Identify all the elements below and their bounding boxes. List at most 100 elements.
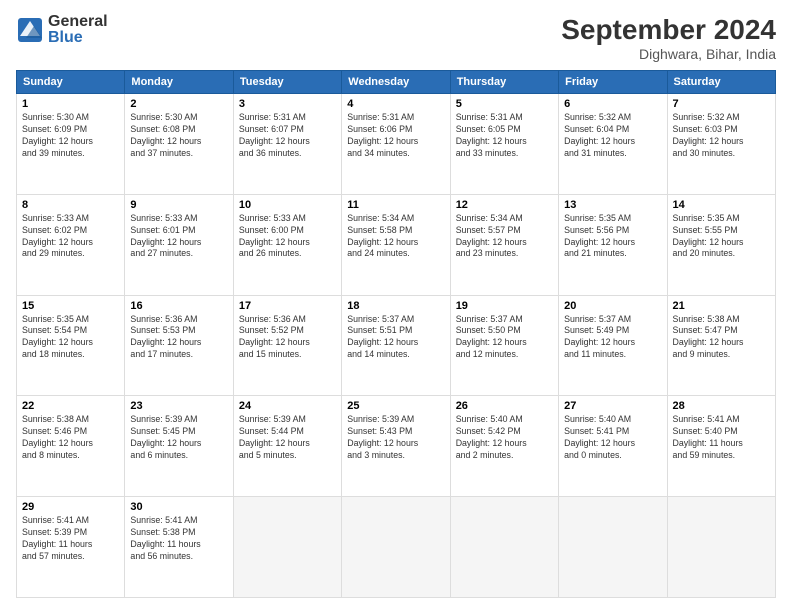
logo: General Blue: [16, 14, 108, 46]
day-cell: 1Sunrise: 5:30 AM Sunset: 6:09 PM Daylig…: [17, 94, 125, 195]
col-sunday: Sunday: [17, 71, 125, 94]
day-info: Sunrise: 5:36 AM Sunset: 5:52 PM Dayligh…: [239, 314, 336, 362]
day-number: 6: [564, 98, 661, 110]
day-number: 10: [239, 199, 336, 211]
day-cell: 8Sunrise: 5:33 AM Sunset: 6:02 PM Daylig…: [17, 194, 125, 295]
day-number: 3: [239, 98, 336, 110]
day-cell: [559, 497, 667, 598]
location: Dighwara, Bihar, India: [561, 46, 776, 62]
day-info: Sunrise: 5:39 AM Sunset: 5:43 PM Dayligh…: [347, 414, 444, 462]
day-cell: 22 Sunrise: 5:38 AM Sunset: 5:46 PM Dayli…: [17, 396, 125, 497]
day-info: Sunrise: 5:30 AM Sunset: 6:08 PM Dayligh…: [130, 112, 227, 160]
day-cell: 25 Sunrise: 5:39 AM Sunset: 5:43 PM Dayli…: [342, 396, 450, 497]
day-number: 11: [347, 199, 444, 211]
day-cell: 15 Sunrise: 5:35 AM Sunset: 5:54 PM Dayli…: [17, 295, 125, 396]
day-number: 7: [673, 98, 770, 110]
day-number: 19: [456, 300, 553, 312]
day-number: 27: [564, 400, 661, 412]
day-number: 21: [673, 300, 770, 312]
day-number: 20: [564, 300, 661, 312]
day-number: 29: [22, 501, 119, 513]
day-cell: [342, 497, 450, 598]
week-row-4: 29 Sunrise: 5:41 AM Sunset: 5:39 PM Dayli…: [17, 497, 776, 598]
day-cell: 5Sunrise: 5:31 AM Sunset: 6:05 PM Daylig…: [450, 94, 558, 195]
day-number: 16: [130, 300, 227, 312]
logo-text: General Blue: [48, 14, 108, 46]
day-cell: 28 Sunrise: 5:41 AM Sunset: 5:40 PM Dayli…: [667, 396, 775, 497]
day-cell: 13 Sunrise: 5:35 AM Sunset: 5:56 PM Dayli…: [559, 194, 667, 295]
col-saturday: Saturday: [667, 71, 775, 94]
day-info: Sunrise: 5:37 AM Sunset: 5:51 PM Dayligh…: [347, 314, 444, 362]
day-number: 24: [239, 400, 336, 412]
day-info: Sunrise: 5:39 AM Sunset: 5:45 PM Dayligh…: [130, 414, 227, 462]
day-info: Sunrise: 5:37 AM Sunset: 5:50 PM Dayligh…: [456, 314, 553, 362]
logo-blue: Blue: [48, 30, 108, 46]
week-row-2: 15 Sunrise: 5:35 AM Sunset: 5:54 PM Dayli…: [17, 295, 776, 396]
day-cell: 24 Sunrise: 5:39 AM Sunset: 5:44 PM Dayli…: [233, 396, 341, 497]
day-number: 15: [22, 300, 119, 312]
day-cell: [450, 497, 558, 598]
day-cell: 21 Sunrise: 5:38 AM Sunset: 5:47 PM Dayli…: [667, 295, 775, 396]
day-number: 4: [347, 98, 444, 110]
day-number: 18: [347, 300, 444, 312]
day-number: 9: [130, 199, 227, 211]
day-cell: 19 Sunrise: 5:37 AM Sunset: 5:50 PM Dayli…: [450, 295, 558, 396]
day-info: Sunrise: 5:40 AM Sunset: 5:41 PM Dayligh…: [564, 414, 661, 462]
day-cell: 11 Sunrise: 5:34 AM Sunset: 5:58 PM Dayli…: [342, 194, 450, 295]
day-info: Sunrise: 5:32 AM Sunset: 6:04 PM Dayligh…: [564, 112, 661, 160]
day-info: Sunrise: 5:36 AM Sunset: 5:53 PM Dayligh…: [130, 314, 227, 362]
col-friday: Friday: [559, 71, 667, 94]
week-row-3: 22 Sunrise: 5:38 AM Sunset: 5:46 PM Dayli…: [17, 396, 776, 497]
header-row: Sunday Monday Tuesday Wednesday Thursday…: [17, 71, 776, 94]
calendar-table: Sunday Monday Tuesday Wednesday Thursday…: [16, 70, 776, 598]
day-info: Sunrise: 5:35 AM Sunset: 5:54 PM Dayligh…: [22, 314, 119, 362]
month-title: September 2024: [561, 14, 776, 46]
col-tuesday: Tuesday: [233, 71, 341, 94]
day-info: Sunrise: 5:31 AM Sunset: 6:06 PM Dayligh…: [347, 112, 444, 160]
day-info: Sunrise: 5:31 AM Sunset: 6:07 PM Dayligh…: [239, 112, 336, 160]
day-cell: 10Sunrise: 5:33 AM Sunset: 6:00 PM Dayli…: [233, 194, 341, 295]
day-cell: 30 Sunrise: 5:41 AM Sunset: 5:38 PM Dayli…: [125, 497, 233, 598]
day-cell: [667, 497, 775, 598]
day-info: Sunrise: 5:37 AM Sunset: 5:49 PM Dayligh…: [564, 314, 661, 362]
day-info: Sunrise: 5:34 AM Sunset: 5:57 PM Dayligh…: [456, 213, 553, 261]
day-number: 17: [239, 300, 336, 312]
day-number: 30: [130, 501, 227, 513]
day-cell: 27 Sunrise: 5:40 AM Sunset: 5:41 PM Dayli…: [559, 396, 667, 497]
day-cell: [233, 497, 341, 598]
day-cell: 4 Sunrise: 5:31 AM Sunset: 6:06 PM Daylig…: [342, 94, 450, 195]
day-info: Sunrise: 5:32 AM Sunset: 6:03 PM Dayligh…: [673, 112, 770, 160]
day-number: 28: [673, 400, 770, 412]
day-info: Sunrise: 5:38 AM Sunset: 5:47 PM Dayligh…: [673, 314, 770, 362]
col-thursday: Thursday: [450, 71, 558, 94]
day-cell: 18 Sunrise: 5:37 AM Sunset: 5:51 PM Dayli…: [342, 295, 450, 396]
day-number: 13: [564, 199, 661, 211]
day-cell: 12 Sunrise: 5:34 AM Sunset: 5:57 PM Dayli…: [450, 194, 558, 295]
day-cell: 20 Sunrise: 5:37 AM Sunset: 5:49 PM Dayli…: [559, 295, 667, 396]
day-cell: 29 Sunrise: 5:41 AM Sunset: 5:39 PM Dayli…: [17, 497, 125, 598]
day-info: Sunrise: 5:39 AM Sunset: 5:44 PM Dayligh…: [239, 414, 336, 462]
title-block: September 2024 Dighwara, Bihar, India: [561, 14, 776, 62]
day-info: Sunrise: 5:41 AM Sunset: 5:40 PM Dayligh…: [673, 414, 770, 462]
day-number: 25: [347, 400, 444, 412]
day-info: Sunrise: 5:41 AM Sunset: 5:39 PM Dayligh…: [22, 515, 119, 563]
day-number: 14: [673, 199, 770, 211]
day-info: Sunrise: 5:35 AM Sunset: 5:55 PM Dayligh…: [673, 213, 770, 261]
day-number: 12: [456, 199, 553, 211]
day-number: 22: [22, 400, 119, 412]
day-info: Sunrise: 5:33 AM Sunset: 6:02 PM Dayligh…: [22, 213, 119, 261]
day-info: Sunrise: 5:41 AM Sunset: 5:38 PM Dayligh…: [130, 515, 227, 563]
day-cell: 6 Sunrise: 5:32 AM Sunset: 6:04 PM Daylig…: [559, 94, 667, 195]
day-cell: 16 Sunrise: 5:36 AM Sunset: 5:53 PM Dayli…: [125, 295, 233, 396]
day-number: 23: [130, 400, 227, 412]
week-row-0: 1Sunrise: 5:30 AM Sunset: 6:09 PM Daylig…: [17, 94, 776, 195]
day-number: 2: [130, 98, 227, 110]
day-cell: 3 Sunrise: 5:31 AM Sunset: 6:07 PM Daylig…: [233, 94, 341, 195]
day-cell: 26Sunrise: 5:40 AM Sunset: 5:42 PM Dayli…: [450, 396, 558, 497]
day-info: Sunrise: 5:31 AM Sunset: 6:05 PM Dayligh…: [456, 112, 553, 160]
day-info: Sunrise: 5:38 AM Sunset: 5:46 PM Dayligh…: [22, 414, 119, 462]
logo-icon: [16, 16, 44, 44]
day-info: Sunrise: 5:35 AM Sunset: 5:56 PM Dayligh…: [564, 213, 661, 261]
day-cell: 14 Sunrise: 5:35 AM Sunset: 5:55 PM Dayli…: [667, 194, 775, 295]
day-info: Sunrise: 5:34 AM Sunset: 5:58 PM Dayligh…: [347, 213, 444, 261]
